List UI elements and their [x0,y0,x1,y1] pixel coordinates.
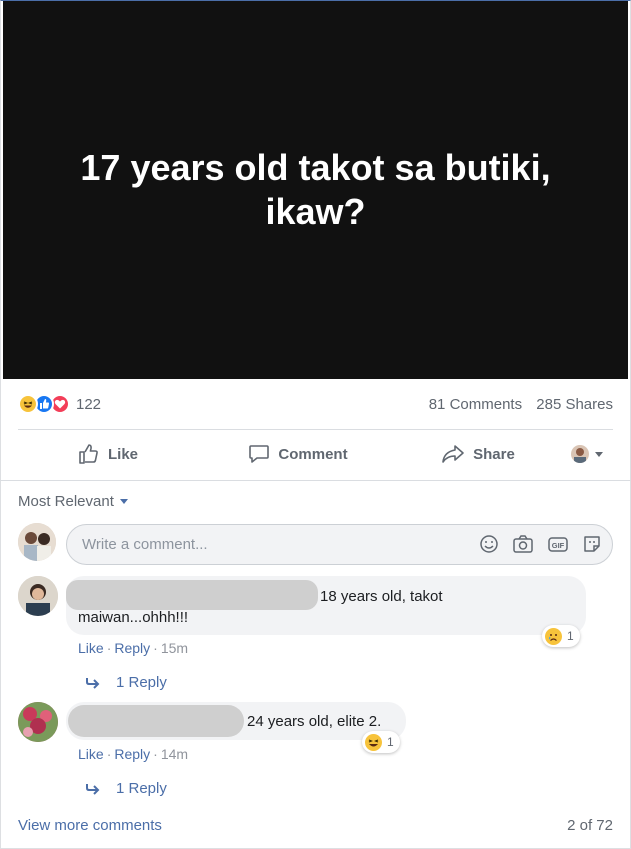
reaction-count: 122 [76,395,102,413]
haha-icon [18,394,38,414]
reaction-count: 1 [567,629,574,643]
comments-count-link[interactable]: 81 Comments [429,396,522,413]
svg-text:GIF: GIF [552,541,565,550]
view-replies-link[interactable]: 1 Reply [86,780,167,797]
comment-input-placeholder: Write a comment... [82,536,208,553]
sort-label: Most Relevant [18,493,114,510]
comment-meta: Like · Reply · 14m [78,746,189,762]
emoji-icon[interactable] [479,534,499,554]
share-button[interactable]: Share [398,432,558,476]
redacted-author-name [68,705,244,737]
camera-icon[interactable] [512,534,534,554]
comment-icon [249,445,270,463]
comment-reaction-badge[interactable]: 1 [362,731,400,753]
divider [18,429,613,430]
like-button[interactable]: Like [18,432,198,476]
post-image-text: 17 years old takot sa butiki, ikaw? [80,147,551,232]
comment-timestamp[interactable]: 14m [161,746,188,762]
comment-text: 18 years old, takot [320,588,443,605]
reaction-count: 1 [387,735,394,749]
like-button-label: Like [107,445,138,463]
redacted-author-name [66,580,318,610]
post-stats: 122 81 Comments 285 Shares [18,390,613,418]
comment-reply-link[interactable]: Reply [114,746,150,762]
comment-button[interactable]: Comment [198,432,398,476]
sad-icon [545,627,562,645]
comment-text-continued: maiwan...ohhh!!! [78,609,189,626]
replies-count: 1 Reply [116,674,167,691]
share-button-label: Share [473,445,515,463]
avatar[interactable] [18,523,56,561]
comment-text: 24 years old, elite 2. [247,713,382,730]
thumbs-up-icon [79,444,98,464]
comment-timestamp[interactable]: 15m [161,640,188,656]
view-replies-link[interactable]: 1 Reply [86,674,167,691]
avatar[interactable] [18,576,58,616]
replies-count: 1 Reply [116,780,167,797]
view-more-comments-link[interactable]: View more comments [18,817,162,834]
chevron-down-icon [595,451,603,457]
comment-input[interactable]: Write a comment... GIF [66,524,613,565]
audience-selector[interactable] [558,432,613,476]
reply-arrow-icon [86,677,100,689]
comment-pager: 2 of 72 [567,817,613,834]
chevron-down-icon [119,499,128,504]
comment-reply-link[interactable]: Reply [114,640,150,656]
comment-like-link[interactable]: Like [78,640,104,656]
comment-reaction-badge[interactable]: 1 [542,625,580,647]
shares-count-link[interactable]: 285 Shares [536,396,613,413]
reply-arrow-icon [86,783,100,795]
comment-meta: Like · Reply · 15m [78,640,189,656]
post-actions: Like Comment Share [18,432,613,476]
comment-button-label: Comment [278,445,348,463]
reactions-summary[interactable]: 122 [18,394,101,414]
divider [0,480,631,481]
comment-sort-dropdown[interactable]: Most Relevant [18,493,128,510]
user-avatar-small [571,445,589,463]
comment-bubble: 24 years old, elite 2. [66,702,406,740]
haha-icon [365,733,382,751]
share-icon [442,445,464,463]
gif-icon[interactable]: GIF [547,534,569,554]
comment-like-link[interactable]: Like [78,746,104,762]
post-image[interactable]: 17 years old takot sa butiki, ikaw? [3,1,628,379]
sticker-icon[interactable] [582,534,602,554]
comment-bubble: 18 years old, takot maiwan...ohhh!!! [66,576,586,635]
avatar[interactable] [18,702,58,742]
